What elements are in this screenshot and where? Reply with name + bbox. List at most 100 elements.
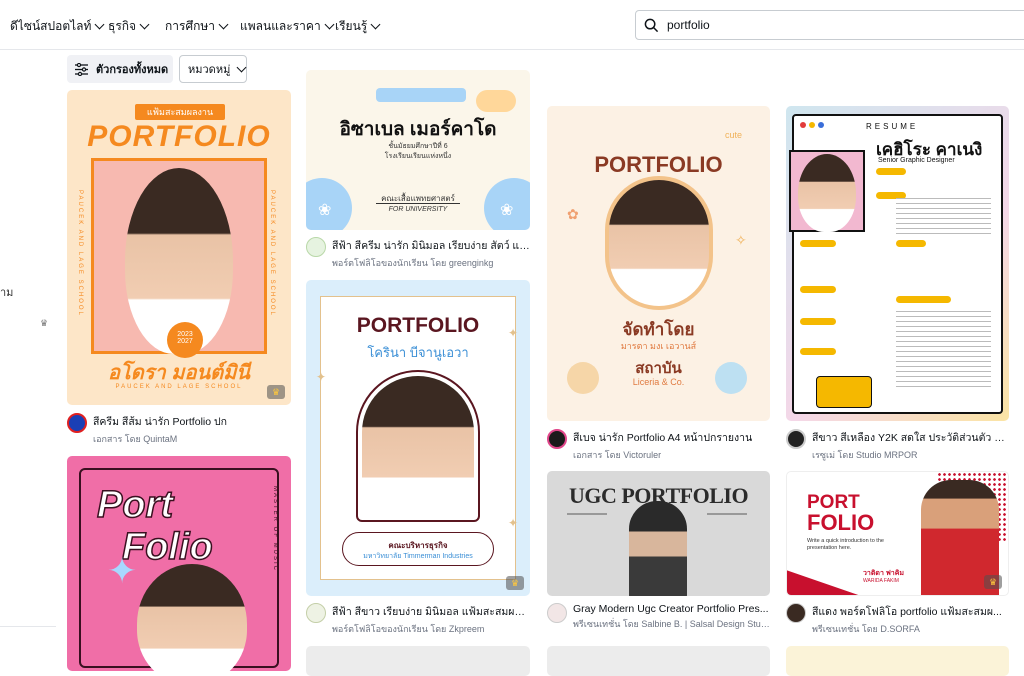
side-text: MASTER OF MUSIC: [272, 486, 278, 573]
avatar[interactable]: [547, 603, 567, 623]
nav-plans-pricing[interactable]: แพลนและราคา: [240, 17, 335, 36]
card-subtitle[interactable]: เอกสาร โดย Victoruler: [573, 448, 752, 462]
paw-icon: ❀: [500, 202, 514, 219]
search-box[interactable]: [635, 10, 1024, 40]
template-card[interactable]: [786, 646, 1009, 676]
nav-label: แพลนและราคา: [240, 19, 321, 33]
avatar[interactable]: [786, 429, 806, 449]
star-icon: ✦: [107, 550, 138, 591]
template-card[interactable]: PORTFOLIO โครินา บีจานูเอวา คณะบริหารธุร…: [306, 280, 530, 596]
template-text: มหาวิทยาลัย Timmerman Industries: [363, 553, 473, 560]
template-text-line: [707, 513, 747, 515]
card-title[interactable]: สีแดง พอร์ตโฟลิโอ portfolio แฟ้มสะสมผ...: [812, 603, 1002, 620]
template-heading: Port: [96, 483, 174, 527]
card-title[interactable]: Gray Modern Ugc Creator Portfolio Pres..…: [573, 603, 770, 615]
card-title[interactable]: สีฟ้า สีขาว เรียบง่าย มินิมอล แฟ้มสะสมผล…: [332, 603, 530, 620]
premium-crown-icon: ♛: [984, 575, 1002, 589]
dot-icon: [800, 122, 806, 128]
card-subtitle[interactable]: เรซูเม่ โดย Studio MRPOR: [812, 448, 1009, 462]
paw-icon: ❀: [318, 202, 332, 219]
nav-label: ธุรกิจ: [108, 19, 137, 33]
search-icon: [644, 18, 659, 32]
category-dropdown[interactable]: หมวดหมู่: [179, 55, 247, 83]
card-meta: สีฟ้า สีครีม น่ารัก มินิมอล เรียบง่าย สั…: [306, 237, 530, 270]
template-banner: แฟ้มสะสมผลงาน: [135, 104, 225, 120]
card-subtitle[interactable]: เอกสาร โดย QuintaM: [93, 432, 227, 446]
section-pill: [896, 296, 951, 303]
category-label: หมวดหมู่: [188, 64, 231, 76]
sidebar-item-label[interactable]: าม: [0, 283, 13, 301]
template-tag: cute: [725, 130, 743, 140]
card-meta: สีครีม สีส้ม น่ารัก Portfolio ปกเอกสาร โ…: [67, 413, 291, 446]
crown-icon: ♛: [40, 318, 49, 328]
avatar[interactable]: [786, 603, 806, 623]
template-text-lines: [896, 198, 991, 238]
card-meta: สีฟ้า สีขาว เรียบง่าย มินิมอล แฟ้มสะสมผล…: [306, 603, 530, 636]
template-text: WARIDA FAKIM: [863, 578, 899, 584]
chevron-down-icon: [139, 19, 150, 30]
portrait-photo: [362, 376, 474, 520]
card-subtitle[interactable]: พอร์ตโฟลิโอของนักเรียน โดย Zkpreem: [332, 622, 530, 636]
card-meta: Gray Modern Ugc Creator Portfolio Pres..…: [547, 603, 770, 631]
side-text: PAUCEK AND LAGE SCHOOL: [269, 190, 275, 317]
section-pill: [800, 240, 836, 247]
section-pill: [876, 168, 906, 175]
all-filters-label: ตัวกรองทั้งหมด: [96, 64, 169, 76]
template-card[interactable]: RESUME เคฮิโระ คาเนงิ Senior Graphic Des…: [786, 106, 1009, 421]
template-card[interactable]: PORTFOLIO cute จัดทำโดย มารตา มงเ เอวานส…: [547, 106, 770, 421]
section-pill: [896, 240, 926, 247]
portrait-photo: [629, 501, 687, 596]
portrait-photo: [798, 154, 856, 232]
premium-crown-icon: ♛: [267, 385, 285, 399]
decorative-shape: [376, 88, 466, 102]
nav-design-spotlight[interactable]: ดีไซน์สปอตไลท์: [10, 17, 105, 36]
card-title[interactable]: สีฟ้า สีครีม น่ารัก มินิมอล เรียบง่าย สั…: [332, 237, 530, 254]
all-filters-button[interactable]: ตัวกรองทั้งหมด: [67, 55, 173, 83]
template-card[interactable]: PORT FOLIO Write a quick introduction to…: [786, 471, 1009, 596]
template-card[interactable]: [547, 646, 770, 676]
template-heading: PORTFOLIO: [356, 314, 480, 337]
template-footer: PAUCEK AND LAGE SCHOOL: [115, 384, 243, 390]
avatar[interactable]: [306, 237, 326, 257]
template-card[interactable]: อิซาเบล เมอร์คาโด ชั้นมัธยมศึกษาปีที่ 6 …: [306, 70, 530, 230]
year-badge: 2023 2027: [167, 322, 203, 358]
template-card[interactable]: Port Folio ✦ MASTER OF MUSIC: [67, 456, 291, 671]
filter-sliders-icon: [75, 62, 88, 76]
nav-label: เรียนรู้: [335, 19, 368, 33]
section-pill: [800, 286, 836, 293]
sticker-icon: ✧: [735, 232, 747, 248]
nav-learn[interactable]: เรียนรู้: [335, 17, 381, 36]
template-text-line: [567, 513, 607, 515]
nav-label: ดีไซน์สปอตไลท์: [10, 19, 92, 33]
card-subtitle[interactable]: พอร์ตโฟลิโอของนักเรียน โดย greenginkg: [332, 256, 530, 270]
template-card[interactable]: [306, 646, 530, 676]
card-title[interactable]: สีครีม สีส้ม น่ารัก Portfolio ปก: [93, 413, 227, 430]
dot-icon: [809, 122, 815, 128]
card-meta: สีแดง พอร์ตโฟลิโอ portfolio แฟ้มสะสมผ...…: [786, 603, 1009, 636]
year-start: 2023: [177, 331, 193, 338]
card-title[interactable]: สีเบจ น่ารัก Portfolio A4 หน้าปกรายงาน: [573, 429, 752, 446]
contact-box: [816, 376, 872, 408]
chevron-down-icon: [94, 19, 105, 30]
template-card[interactable]: แฟ้มสะสมผลงาน PORTFOLIO PAUCEK AND LAGE …: [67, 90, 291, 405]
template-card[interactable]: UGC PORTFOLIO: [547, 471, 770, 596]
chevron-down-icon: [218, 19, 229, 30]
nav-education[interactable]: การศึกษา: [165, 17, 229, 36]
avatar[interactable]: [306, 603, 326, 623]
card-subtitle[interactable]: พรีเซนเทชั่น โดย D.SORFA: [812, 622, 1002, 636]
sparkle-icon: ✦: [508, 326, 519, 340]
portrait-photo: [609, 180, 709, 306]
template-text: โรงเรียนเรียนแห่งหนึ่ง: [384, 153, 452, 160]
avatar[interactable]: [547, 429, 567, 449]
dot-icon: [818, 122, 824, 128]
window-dots: [800, 122, 824, 128]
decorative-shape: [787, 570, 867, 595]
sticker-icon: ✿: [567, 206, 579, 222]
nav-business[interactable]: ธุรกิจ: [108, 17, 150, 36]
side-text: PAUCEK AND LAGE SCHOOL: [77, 190, 83, 317]
card-subtitle[interactable]: พรีเซนเทชั่น โดย Salbine B. | Salsal Des…: [573, 617, 770, 631]
card-title[interactable]: สีขาว สีเหลือง Y2K สดใส ประวัติส่วนตัว ส…: [812, 429, 1009, 446]
avatar[interactable]: [67, 413, 87, 433]
search-input[interactable]: [667, 18, 967, 32]
template-heading: PORTFOLIO: [594, 152, 723, 177]
